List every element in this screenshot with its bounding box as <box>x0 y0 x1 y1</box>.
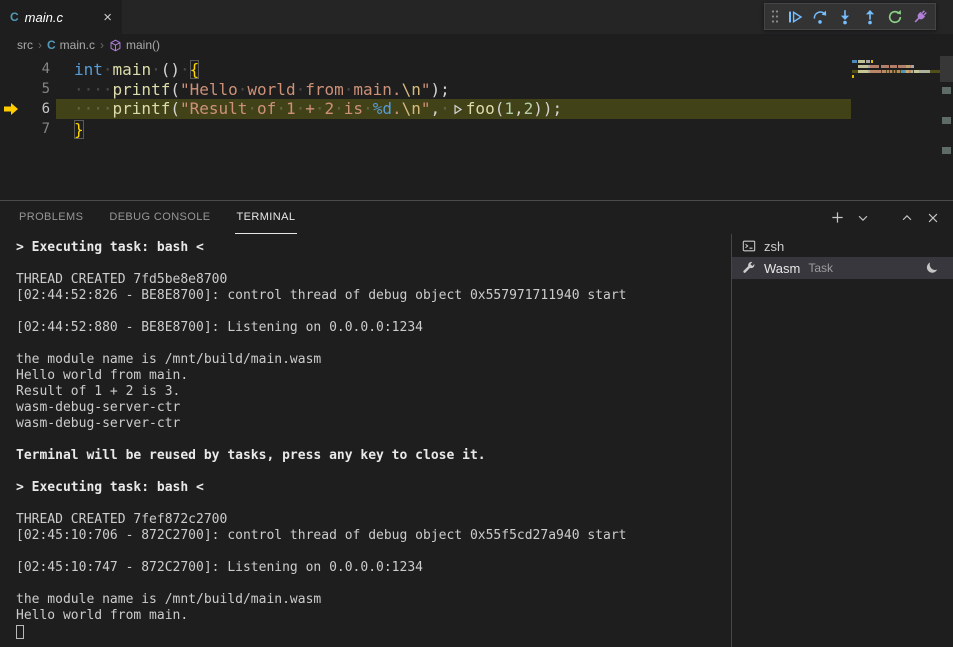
step-out-button[interactable] <box>857 4 882 29</box>
breadcrumb: src › Cmain.c › main() <box>0 34 953 56</box>
minimap-line <box>852 65 940 68</box>
terminal-list-item-wasm[interactable]: Wasm Task <box>732 257 953 279</box>
step-over-button[interactable] <box>807 4 832 29</box>
symbol-method-icon <box>109 39 122 52</box>
breadcrumb-item-main-c[interactable]: Cmain.c <box>47 38 95 52</box>
code-line-6[interactable]: 6 ····printf("Result·of·1·+·2·is·%d.\n",·… <box>0 99 953 119</box>
terminal-line: Hello world from main. <box>16 368 731 384</box>
maximize-panel-button[interactable] <box>897 208 917 228</box>
terminal-item-label: zsh <box>764 239 784 254</box>
tools-icon <box>742 261 756 275</box>
breadcrumb-label: main.c <box>60 38 95 52</box>
panel-tab-strip: PROBLEMS DEBUG CONSOLE TERMINAL <box>17 201 319 234</box>
breadcrumb-separator: › <box>38 38 42 52</box>
tab-label: main.c <box>25 10 98 25</box>
terminal-icon <box>742 239 756 253</box>
editor-tab-bar: C main.c × <box>0 0 953 34</box>
debug-toolbar <box>764 3 936 30</box>
breadcrumb-item-src[interactable]: src <box>17 38 33 52</box>
minimap-line <box>852 60 940 63</box>
panel-tab-terminal[interactable]: TERMINAL <box>235 201 298 234</box>
code-text: int·main·()·{ <box>74 60 199 79</box>
panel-body: > Executing task: bash < THREAD CREATED … <box>0 234 953 647</box>
minimap-line <box>852 70 940 73</box>
breadcrumb-item-main[interactable]: main() <box>109 38 160 52</box>
terminal-line <box>16 336 731 352</box>
terminal-item-label: Wasm <box>764 261 800 276</box>
c-file-icon: C <box>10 10 19 24</box>
code-line-4[interactable]: 4 int·main·()·{ <box>0 59 953 79</box>
overview-mark <box>942 147 951 154</box>
terminal-cursor <box>16 625 24 639</box>
vscode-window: C main.c × src›Cmain.c›main() 4int·main·… <box>0 0 953 647</box>
panel-header: PROBLEMS DEBUG CONSOLE TERMINAL <box>0 201 953 234</box>
close-panel-button[interactable] <box>923 208 943 228</box>
code-line-7[interactable]: 7} <box>0 119 953 139</box>
line-number: 6 <box>22 101 50 117</box>
terminal-line: Hello world from main. <box>16 608 731 624</box>
inline-run-icon[interactable] <box>451 101 464 120</box>
panel-tab-problems[interactable]: PROBLEMS <box>17 201 85 234</box>
terminal-list: zsh Wasm Task <box>731 234 953 647</box>
terminal-profile-dropdown[interactable] <box>853 208 873 228</box>
disconnect-button[interactable] <box>907 4 932 29</box>
terminal-line <box>16 576 731 592</box>
overview-ruler[interactable] <box>940 56 953 200</box>
debug-current-line-arrow <box>0 103 22 115</box>
overview-mark <box>942 87 951 94</box>
terminal-line <box>16 464 731 480</box>
c-file-icon: C <box>47 38 56 52</box>
continue-button[interactable] <box>782 4 807 29</box>
overview-mark <box>942 117 951 124</box>
panel-tab-debug-console[interactable]: DEBUG CONSOLE <box>107 201 212 234</box>
code-area[interactable]: 4 int·main·()·{ 5 ····printf("Hello·world·f… <box>0 56 953 139</box>
code-text: } <box>74 120 84 139</box>
terminal-line: THREAD CREATED 7fef872c2700 <box>16 512 731 528</box>
terminal-line: Terminal will be reused by tasks, press … <box>16 448 731 464</box>
line-number: 7 <box>22 121 50 137</box>
terminal-line: THREAD CREATED 7fd5be8e8700 <box>16 272 731 288</box>
restart-button[interactable] <box>882 4 907 29</box>
tab-main-c[interactable]: C main.c × <box>0 0 122 34</box>
step-into-button[interactable] <box>832 4 857 29</box>
terminal-line: > Executing task: bash < <box>16 240 731 256</box>
terminal-line: the module name is /mnt/build/main.wasm <box>16 352 731 368</box>
terminal-list-item-zsh[interactable]: zsh <box>732 235 953 257</box>
bottom-panel: PROBLEMS DEBUG CONSOLE TERMINAL > Executin… <box>0 200 953 647</box>
tab-close-icon[interactable]: × <box>103 10 112 25</box>
minimap-line <box>852 75 940 78</box>
terminal-line: [02:44:52:880 - BE8E8700]: Listening on … <box>16 320 731 336</box>
moon-icon <box>925 261 943 275</box>
terminal-cursor-line <box>16 624 731 640</box>
scrollbar-slider[interactable] <box>940 56 953 82</box>
line-number: 5 <box>22 81 50 97</box>
code-text: ····printf("Hello·world·from·main.\n"); <box>74 80 450 99</box>
breadcrumb-separator: › <box>100 38 104 52</box>
terminal-line: [02:45:10:706 - 872C2700]: control threa… <box>16 528 731 544</box>
terminal-line: Result of 1 + 2 is 3. <box>16 384 731 400</box>
panel-actions <box>827 208 943 228</box>
new-terminal-button[interactable] <box>827 208 847 228</box>
terminal-line <box>16 544 731 560</box>
breadcrumb-label: main() <box>126 38 160 52</box>
code-editor[interactable]: 4 int·main·()·{ 5 ····printf("Hello·world·f… <box>0 56 953 200</box>
terminal-line: wasm-debug-server-ctr <box>16 416 731 432</box>
terminal-line <box>16 304 731 320</box>
terminal-line: the module name is /mnt/build/main.wasm <box>16 592 731 608</box>
terminal-line: [02:45:10:747 - 872C2700]: Listening on … <box>16 560 731 576</box>
terminal-line: wasm-debug-server-ctr <box>16 400 731 416</box>
terminal-output[interactable]: > Executing task: bash < THREAD CREATED … <box>0 234 731 647</box>
line-number: 4 <box>22 61 50 77</box>
code-line-5[interactable]: 5 ····printf("Hello·world·from·main.\n"); <box>0 79 953 99</box>
breadcrumb-label: src <box>17 38 33 52</box>
terminal-line <box>16 496 731 512</box>
terminal-item-detail: Task <box>808 261 833 275</box>
terminal-line: [02:44:52:826 - BE8E8700]: control threa… <box>16 288 731 304</box>
minimap[interactable] <box>852 60 940 80</box>
code-text: ····printf("Result·of·1·+·2·is·%d.\n",·f… <box>74 99 562 120</box>
toolbar-gripper[interactable] <box>768 4 782 29</box>
terminal-line <box>16 256 731 272</box>
terminal-line <box>16 432 731 448</box>
terminal-line: > Executing task: bash < <box>16 480 731 496</box>
